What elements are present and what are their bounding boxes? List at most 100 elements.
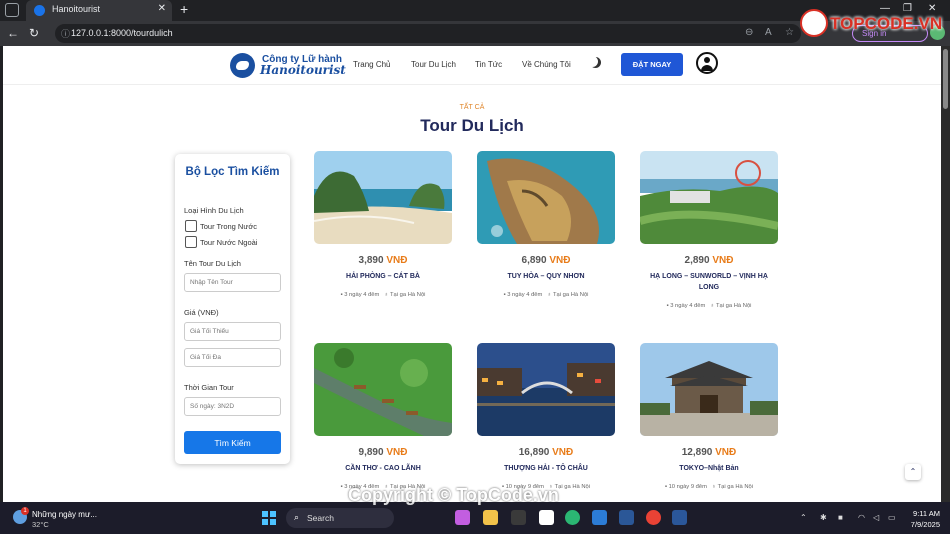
store-icon[interactable] <box>511 510 526 525</box>
book-now-button[interactable]: ĐẶT NGAY <box>621 53 683 76</box>
tray-chevron-icon[interactable]: ⌃ <box>800 513 807 522</box>
terminal-icon[interactable] <box>619 510 634 525</box>
foreign-label[interactable]: Tour Nước Ngoài <box>200 238 257 247</box>
search-button[interactable]: Tìm Kiếm <box>184 431 281 454</box>
tour-image[interactable] <box>314 151 452 244</box>
tour-price: 3,890 VNĐ <box>314 255 452 266</box>
tour-departure: Tại ga Hà Nội <box>554 484 591 490</box>
read-aloud-icon[interactable]: A <box>765 27 772 38</box>
tour-name[interactable]: HẠ LONG – SUNWORLD – VỊNH HẠ LONG <box>640 271 778 293</box>
wifi-icon[interactable]: ◠ <box>858 513 865 522</box>
url-text: 127.0.0.1:8000/tourdulich <box>71 28 173 38</box>
tour-name[interactable]: CẦN THƠ - CAO LÃNH <box>314 463 452 474</box>
tray-app-icon[interactable]: ■ <box>838 513 843 522</box>
logo-line2[interactable]: Hanoitourist <box>260 63 346 77</box>
back-icon[interactable]: ← <box>7 26 19 40</box>
tour-name[interactable]: TOKYO–Nhật Bản <box>640 463 778 474</box>
volume-icon[interactable]: ◁ <box>873 513 879 522</box>
weather-text[interactable]: Những ngày mư... <box>32 510 97 519</box>
tour-price: 12,890 VNĐ <box>640 447 778 458</box>
edge-icon[interactable] <box>565 510 580 525</box>
favorite-star-icon[interactable]: ☆ <box>785 27 794 38</box>
search-filter-panel: Bộ Lọc Tìm Kiếm Loại Hình Du Lịch Tour T… <box>175 154 290 464</box>
domestic-checkbox[interactable] <box>185 220 197 232</box>
windows-taskbar: 1 Những ngày mư... 32°C ⌕ Search ⌃ ✱ ■ ◠… <box>0 502 950 534</box>
price-currency: VNĐ <box>552 447 574 458</box>
battery-icon[interactable]: ▭ <box>888 513 896 522</box>
taskbar-search[interactable]: ⌕ Search <box>286 508 394 528</box>
tour-time-input[interactable] <box>184 397 281 416</box>
clock-time[interactable]: 9:11 AM <box>906 509 940 518</box>
menu-home[interactable]: Trang Chủ <box>353 60 391 69</box>
tour-name[interactable]: HẢI PHÒNG – CÁT BÀ <box>314 271 452 282</box>
max-price-input[interactable] <box>184 348 281 367</box>
tab-title: Hanoitourist <box>52 4 101 14</box>
tour-image[interactable] <box>640 151 778 244</box>
site-header: Công ty Lữ hành Hanoitourist Trang Chủ T… <box>3 46 941 85</box>
zoom-icon[interactable]: ⊖ <box>745 27 753 38</box>
tab-actions-icon[interactable] <box>5 3 19 17</box>
teams-icon[interactable] <box>539 510 554 525</box>
menu-news[interactable]: Tin Tức <box>475 60 502 69</box>
tour-time-label: Thời Gian Tour <box>184 383 234 392</box>
site-info-icon[interactable]: ⓘ <box>61 27 70 40</box>
tour-duration: 3 ngày 4 đêm <box>344 292 380 298</box>
copilot-icon[interactable] <box>455 510 470 525</box>
tour-name-input[interactable] <box>184 273 281 292</box>
price-value: 6,890 <box>521 255 547 266</box>
tour-image[interactable] <box>640 343 778 436</box>
price-currency: VNĐ <box>549 255 571 266</box>
scroll-thumb[interactable] <box>943 49 948 109</box>
tour-image[interactable] <box>314 343 452 436</box>
dark-mode-icon[interactable] <box>590 57 601 68</box>
bluetooth-icon[interactable]: ✱ <box>820 513 827 522</box>
tour-price: 9,890 VNĐ <box>314 447 452 458</box>
domestic-label[interactable]: Tour Trong Nước <box>200 222 257 231</box>
menu-tours[interactable]: Tour Du Lịch <box>411 60 456 69</box>
tour-image[interactable] <box>477 343 615 436</box>
clock-date[interactable]: 7/9/2025 <box>906 520 940 529</box>
menu-about[interactable]: Về Chúng Tôi <box>522 60 571 69</box>
tour-name-label: Tên Tour Du Lịch <box>184 259 241 268</box>
tour-meta: ▪ 3 ngày 4 đêm ♁ Tại ga Hà Nội <box>340 292 426 298</box>
tour-price: 2,890 VNĐ <box>640 255 778 266</box>
tour-card[interactable]: 6,890 VNĐ TUY HÒA – QUY NHƠN ▪ 3 ngày 4 … <box>477 151 615 331</box>
foreign-checkbox[interactable] <box>185 236 197 248</box>
browser-tab[interactable]: Hanoitourist ✕ <box>26 0 172 21</box>
watermark-text: TOPCODE.VN <box>830 14 943 33</box>
vscode-icon[interactable] <box>592 510 607 525</box>
price-currency: VNĐ <box>712 255 734 266</box>
start-menu-icon[interactable] <box>262 511 276 525</box>
scroll-to-top-button[interactable]: ⌃ <box>905 464 921 480</box>
chrome-icon[interactable] <box>646 510 661 525</box>
word-icon[interactable] <box>672 510 687 525</box>
tour-name[interactable]: TUY HÒA – QUY NHƠN <box>477 271 615 282</box>
page-title: Tour Du Lịch <box>420 116 524 135</box>
file-explorer-icon[interactable] <box>483 510 498 525</box>
new-tab-icon[interactable]: + <box>180 1 188 17</box>
tour-card[interactable]: 9,890 VNĐ CẦN THƠ - CAO LÃNH ▪ 3 ngày 4 … <box>314 343 452 502</box>
reload-icon[interactable]: ↻ <box>29 26 39 40</box>
min-price-input[interactable] <box>184 322 281 341</box>
tour-price: 16,890 VNĐ <box>477 447 615 458</box>
price-value: 16,890 <box>518 447 550 458</box>
tour-price: 6,890 VNĐ <box>477 255 615 266</box>
close-tab-icon[interactable]: ✕ <box>158 3 166 14</box>
tour-card[interactable]: 2,890 VNĐ HẠ LONG – SUNWORLD – VỊNH HẠ L… <box>640 151 778 331</box>
url-field[interactable]: ⓘ 127.0.0.1:8000/tourdulich ⊖ A ☆ <box>55 24 801 43</box>
taskbar-search-label: Search <box>307 513 334 523</box>
price-value: 3,890 <box>358 255 384 266</box>
price-currency: VNĐ <box>386 447 408 458</box>
price-currency: VNĐ <box>715 447 737 458</box>
tour-card[interactable]: 3,890 VNĐ HẢI PHÒNG – CÁT BÀ ▪ 3 ngày 4 … <box>314 151 452 331</box>
tour-meta: ▪ 3 ngày 4 đêm ♁ Tại ga Hà Nội <box>503 292 589 298</box>
logo-icon[interactable] <box>230 53 255 78</box>
tour-card[interactable]: 12,890 VNĐ TOKYO–Nhật Bản ▪ 10 ngày 9 đê… <box>640 343 778 502</box>
topcode-logo-icon <box>800 9 828 37</box>
user-account-icon[interactable] <box>696 52 718 74</box>
tour-card[interactable]: 16,890 VNĐ THƯỢNG HẢI - TÔ CHÂU ▪ 10 ngà… <box>477 343 615 502</box>
page-scrollbar[interactable] <box>941 46 950 502</box>
tour-image[interactable] <box>477 151 615 244</box>
tour-name[interactable]: THƯỢNG HẢI - TÔ CHÂU <box>477 463 615 474</box>
price-value: 12,890 <box>681 447 713 458</box>
